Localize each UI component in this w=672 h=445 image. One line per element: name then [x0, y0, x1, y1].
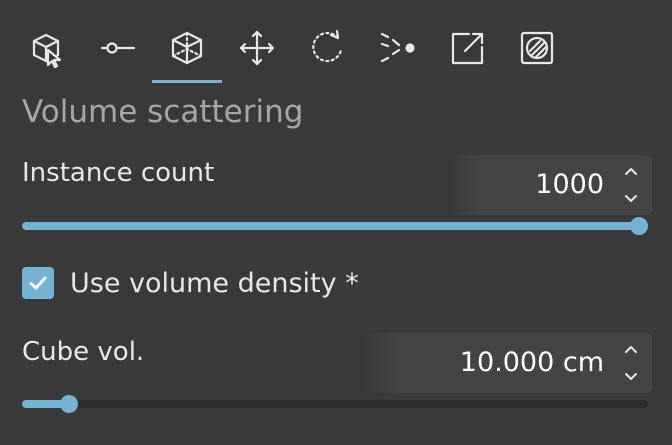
hatch-square-icon: [520, 31, 554, 65]
tool-volume-cube[interactable]: [163, 24, 211, 72]
tool-point-line[interactable]: [94, 24, 142, 72]
rotate-dashed-icon: [312, 29, 343, 63]
instance-count-slider[interactable]: [22, 214, 648, 238]
volume-cube-icon: [171, 31, 203, 65]
slider-track: [22, 400, 648, 408]
tool-hatch[interactable]: [513, 24, 561, 72]
chevron-up-icon: [625, 168, 637, 175]
point-line-icon: [100, 42, 136, 54]
active-tool-indicator: [152, 80, 222, 83]
cube-vol-decrement[interactable]: [622, 369, 640, 385]
instance-count-label: Instance count: [22, 158, 215, 188]
chevron-down-icon: [625, 195, 637, 202]
tool-rotate[interactable]: [303, 24, 351, 72]
slider-fill: [22, 222, 639, 230]
instance-count-value: 1000: [535, 169, 604, 200]
instance-count-field[interactable]: 1000: [452, 155, 652, 215]
select-cube-icon: [32, 33, 62, 69]
section-title: Volume scattering: [22, 94, 304, 130]
use-volume-density-label: Use volume density *: [70, 267, 359, 299]
chevron-down-icon: [625, 373, 637, 380]
cube-vol-value: 10.000 cm: [459, 347, 604, 378]
use-volume-density-row[interactable]: Use volume density *: [22, 265, 359, 301]
slider-thumb[interactable]: [630, 217, 648, 235]
cube-vol-increment[interactable]: [622, 341, 640, 357]
tool-export[interactable]: [443, 24, 491, 72]
instance-count-decrement[interactable]: [622, 191, 640, 207]
cube-vol-slider[interactable]: [22, 392, 648, 416]
export-icon: [451, 32, 484, 65]
tool-bar: [0, 0, 672, 90]
slider-thumb[interactable]: [60, 395, 79, 413]
cube-vol-field[interactable]: 10.000 cm: [362, 333, 652, 393]
tool-move[interactable]: [233, 24, 281, 72]
tool-scatter[interactable]: [373, 24, 421, 72]
scatter-icon: [380, 32, 415, 63]
use-volume-density-checkbox[interactable]: [22, 267, 54, 299]
move-arrows-icon: [239, 30, 275, 66]
instance-count-increment[interactable]: [622, 163, 640, 179]
checkmark-icon: [29, 276, 47, 290]
tool-select-cube[interactable]: [22, 24, 70, 72]
chevron-up-icon: [625, 346, 637, 353]
cube-vol-label: Cube vol.: [22, 337, 145, 367]
